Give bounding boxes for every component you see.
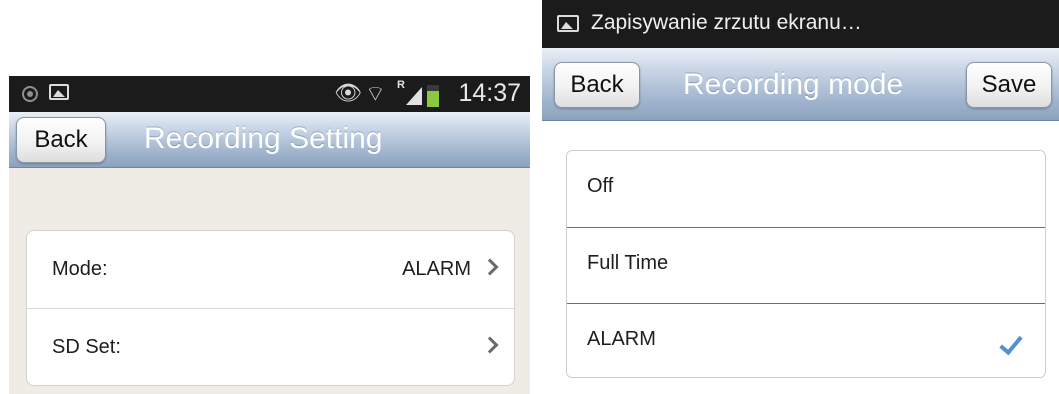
- clock: 14:37: [458, 79, 521, 107]
- settings-card: Mode: ALARM SD Set:: [26, 230, 515, 386]
- option-full-time[interactable]: Full Time: [567, 227, 1045, 303]
- save-button[interactable]: Save: [966, 62, 1052, 108]
- header-bar: Back Recording mode Save: [542, 48, 1059, 121]
- option-label: Full Time: [587, 252, 669, 274]
- notification-text: Zapisywanie zrzutu ekranu…: [591, 11, 862, 34]
- back-button[interactable]: Back: [554, 62, 640, 108]
- recording-mode-screen: Zapisywanie zrzutu ekranu… Back Recordin…: [542, 0, 1059, 394]
- chevron-right-icon: [481, 258, 499, 276]
- page-title: Recording Setting: [144, 122, 383, 155]
- sd-set-label: SD Set:: [52, 336, 121, 358]
- header-bar: Back Recording Setting: [9, 112, 530, 168]
- mode-label: Mode:: [52, 258, 108, 280]
- wifi-icon: ⌔: [365, 81, 386, 106]
- back-button[interactable]: Back: [16, 117, 106, 163]
- app-icon: [22, 86, 38, 102]
- option-off[interactable]: Off: [567, 151, 1045, 227]
- notification-bar: Zapisywanie zrzutu ekranu…: [542, 0, 1059, 48]
- recording-setting-screen: 👁 ⌔ R 14:37 Back Recording Setting Mode:…: [9, 76, 530, 394]
- signal-icon: [406, 87, 422, 105]
- option-label: Off: [587, 175, 614, 197]
- screenshot-icon: [49, 84, 69, 100]
- chevron-right-icon: [481, 336, 499, 354]
- battery-icon: [427, 85, 439, 107]
- option-label: ALARM: [587, 328, 656, 350]
- eye-icon: 👁: [334, 80, 362, 105]
- page-title: Recording mode: [683, 68, 904, 101]
- checkmark-icon: [999, 330, 1023, 356]
- mode-row[interactable]: Mode: ALARM: [27, 231, 514, 308]
- mode-value: ALARM: [402, 258, 471, 280]
- recording-mode-list: Off Full Time ALARM: [566, 150, 1046, 378]
- status-bar: 👁 ⌔ R 14:37: [9, 76, 530, 112]
- sd-set-row[interactable]: SD Set:: [27, 308, 514, 385]
- screenshot-icon: [557, 15, 579, 32]
- signal-letter: R: [397, 79, 405, 91]
- option-alarm[interactable]: ALARM: [567, 303, 1045, 379]
